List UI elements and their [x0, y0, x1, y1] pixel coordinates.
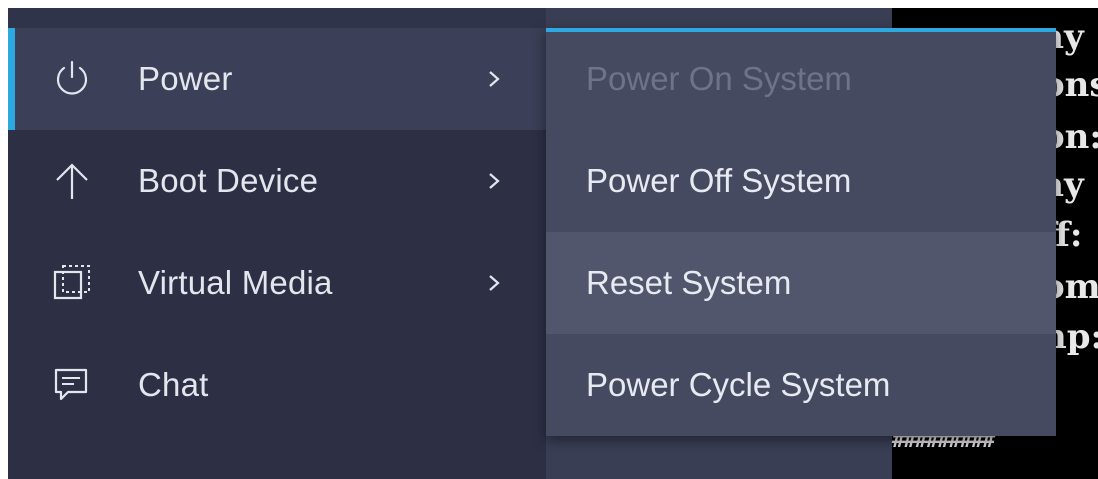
menu-item-label: Chat — [138, 366, 209, 403]
power-submenu: Power On System Power Off System Reset S… — [546, 28, 1056, 436]
active-indicator — [8, 28, 15, 130]
submenu-item-label: Reset System — [586, 264, 792, 301]
menu-item-label: Boot Device — [138, 162, 319, 199]
reset-system-option[interactable]: Reset System — [546, 232, 1056, 334]
chevron-right-icon — [489, 275, 500, 291]
kvm-window: ay ons on: ay ff: omm np: ######### Powe… — [8, 8, 1098, 479]
submenu-item-label: Power Cycle System — [586, 366, 891, 403]
power-icon — [56, 60, 88, 95]
kvm-menu: Power Boot Device Virtual Media Chat — [8, 8, 546, 479]
menu-item-boot-device[interactable]: Boot Device — [8, 130, 546, 232]
submenu-item-label: Power Off System — [586, 162, 852, 199]
virtual-media-icon — [53, 265, 90, 300]
chevron-right-icon — [489, 173, 500, 189]
arrow-up-icon — [56, 163, 88, 199]
power-on-system-option[interactable]: Power On System — [546, 28, 1056, 130]
menu-item-label: Virtual Media — [138, 264, 333, 301]
power-cycle-system-option[interactable]: Power Cycle System — [546, 334, 1056, 436]
menu-item-power[interactable]: Power — [8, 28, 546, 130]
menu-top-spacer — [8, 8, 546, 28]
power-off-system-option[interactable]: Power Off System — [546, 130, 1056, 232]
menu-item-virtual-media[interactable]: Virtual Media — [8, 232, 546, 334]
menu-item-label: Power — [138, 60, 233, 97]
menu-item-chat[interactable]: Chat — [8, 334, 546, 436]
chevron-right-icon — [489, 71, 500, 87]
chat-icon — [54, 368, 88, 401]
submenu-item-label: Power On System — [586, 60, 852, 97]
